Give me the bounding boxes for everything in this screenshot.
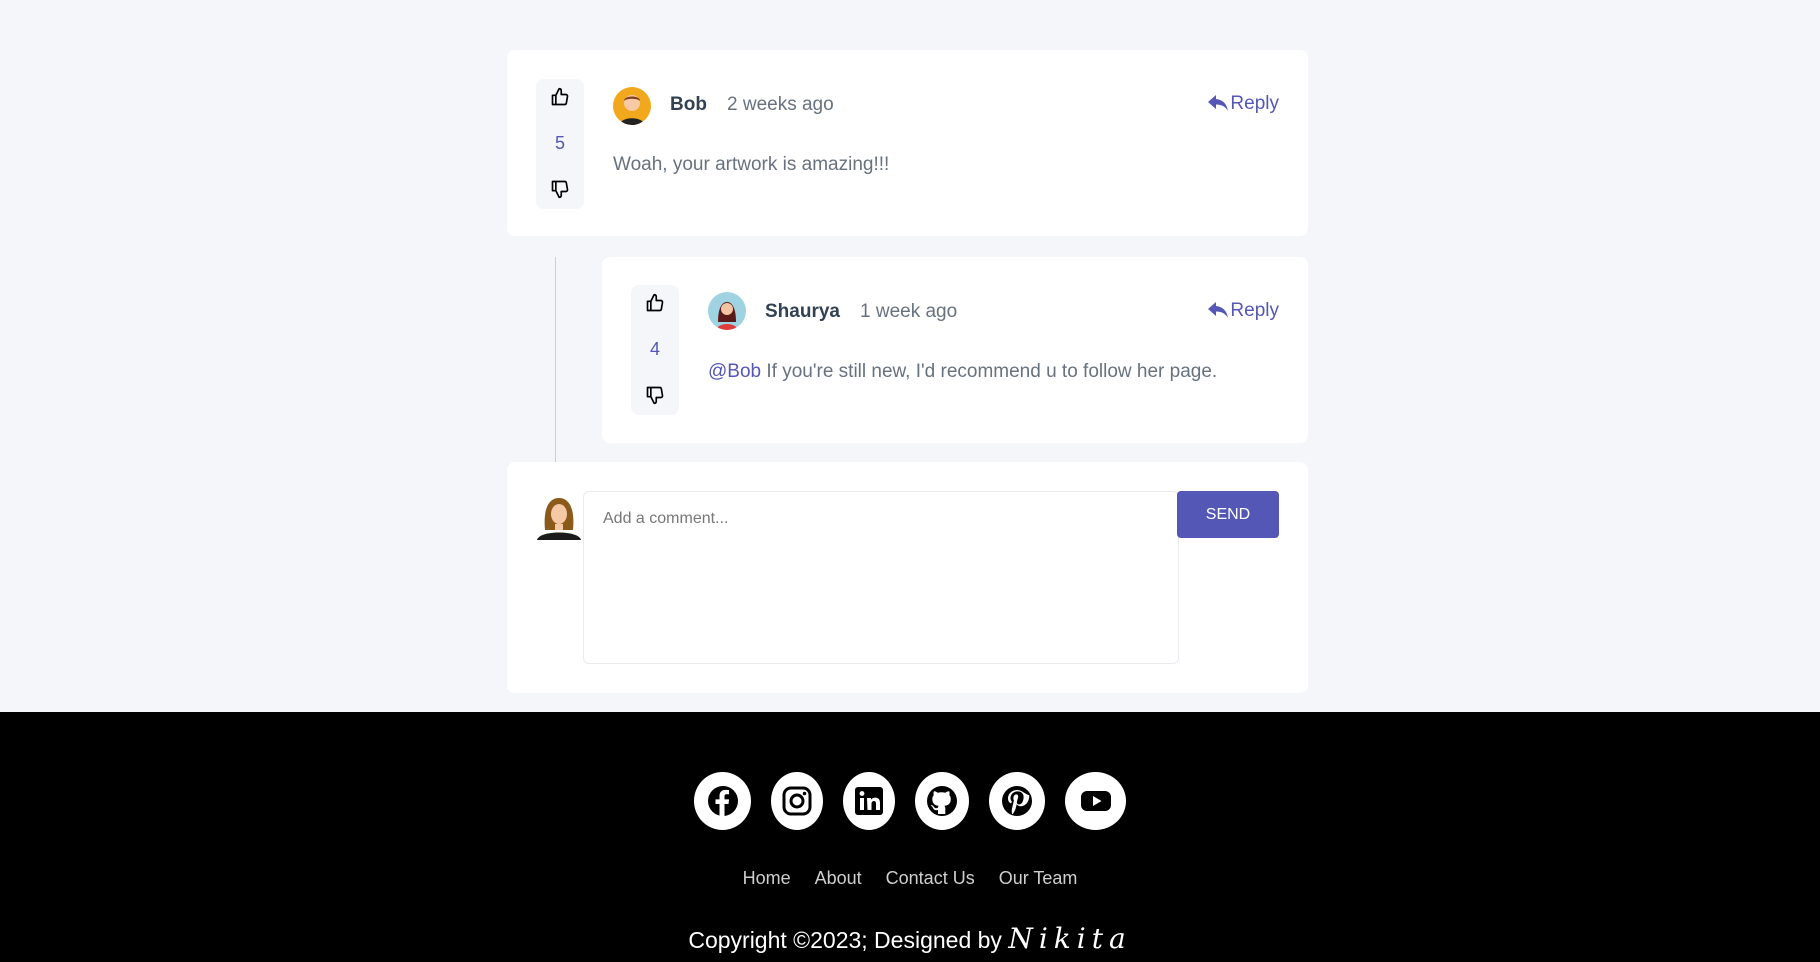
- comment-timestamp: 2 weeks ago: [727, 94, 834, 115]
- reply-icon: [1208, 95, 1229, 111]
- send-button[interactable]: SEND: [1177, 491, 1279, 538]
- thread-line: [555, 257, 556, 462]
- youtube-icon[interactable]: [1065, 772, 1126, 830]
- instagram-icon[interactable]: [771, 772, 823, 830]
- footer-link-about[interactable]: About: [815, 868, 862, 889]
- designer-name: Nikita: [1008, 922, 1132, 955]
- thumbs-up-icon[interactable]: [645, 293, 665, 313]
- mention-link[interactable]: @Bob: [708, 361, 761, 382]
- reply-timestamp: 1 week ago: [860, 301, 958, 322]
- reply-button[interactable]: Reply: [1208, 93, 1279, 115]
- social-links: [0, 772, 1820, 830]
- thumbs-down-icon[interactable]: [550, 179, 570, 199]
- reply-text: @Bob If you're still new, I'd recommend …: [708, 361, 1217, 383]
- github-icon[interactable]: [915, 772, 969, 830]
- pinterest-icon[interactable]: [989, 772, 1045, 830]
- thumbs-down-icon[interactable]: [645, 385, 665, 405]
- copyright-text: Copyright ©2023; Designed by: [688, 927, 1009, 953]
- footer-nav: Home About Contact Us Our Team: [0, 868, 1820, 889]
- footer-link-home[interactable]: Home: [743, 868, 791, 889]
- reply-button[interactable]: Reply: [1208, 300, 1279, 322]
- comment-text: Woah, your artwork is amazing!!!: [613, 154, 890, 175]
- reply-icon: [1208, 302, 1229, 318]
- avatar: [613, 87, 651, 125]
- reply-label: Reply: [1230, 93, 1279, 114]
- footer: Home About Contact Us Our Team Copyright…: [0, 712, 1820, 962]
- reply-author: Shaurya: [765, 301, 840, 322]
- vote-count: 5: [554, 132, 565, 153]
- thumbs-up-icon[interactable]: [550, 87, 570, 107]
- reply-body: If you're still new, I'd recommend u to …: [761, 361, 1218, 382]
- reply-label: Reply: [1230, 300, 1279, 321]
- comment-author: Bob: [670, 94, 707, 115]
- comment-input[interactable]: [583, 491, 1179, 664]
- current-user-avatar: [535, 490, 583, 540]
- footer-link-contact[interactable]: Contact Us: [886, 868, 975, 889]
- comment-card: 5 Bob 2 weeks ago Reply Woah, your artwo…: [507, 50, 1308, 236]
- linkedin-icon[interactable]: [843, 772, 895, 830]
- facebook-icon[interactable]: [694, 772, 751, 830]
- vote-count: 4: [649, 338, 660, 359]
- vote-panel: 5: [536, 79, 584, 209]
- reply-card: 4 Shaurya 1 week ago Reply @Bob If you'r…: [602, 257, 1308, 443]
- copyright: Copyright ©2023; Designed by Nikita: [0, 922, 1820, 955]
- avatar: [708, 292, 746, 330]
- vote-panel: 4: [631, 285, 679, 415]
- footer-link-team[interactable]: Our Team: [999, 868, 1078, 889]
